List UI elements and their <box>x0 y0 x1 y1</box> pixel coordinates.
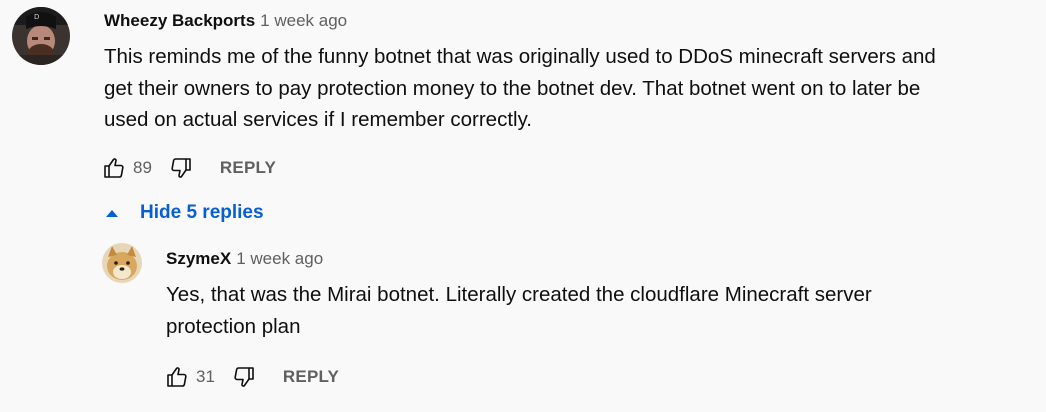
comment-text-line: get their owners to pay protection money… <box>104 76 921 100</box>
comment-text: This reminds me of the funny botnet that… <box>104 41 1034 136</box>
author-name[interactable]: SzymeX <box>166 249 231 268</box>
reply-button[interactable]: REPLY <box>220 158 276 178</box>
comment-text-line: This reminds me of the funny botnet that… <box>104 45 936 68</box>
comment-text: Yes, that was the Mirai botnet. Literall… <box>166 279 1026 342</box>
comment-text-line: protection plan <box>166 314 301 338</box>
comment-text-line: used on actual services if I remember co… <box>104 108 532 131</box>
reply-button[interactable]: REPLY <box>283 367 339 387</box>
like-count: 31 <box>196 367 215 386</box>
avatar[interactable]: D <box>12 7 70 65</box>
timestamp[interactable]: 1 week ago <box>260 11 347 30</box>
caret-up-icon <box>106 209 118 217</box>
comment-header: Wheezy Backports 1 week ago <box>104 11 347 31</box>
timestamp[interactable]: 1 week ago <box>236 249 323 268</box>
svg-text:D: D <box>34 13 39 21</box>
comment-actions: 89 REPLY <box>99 153 276 183</box>
thumb-down-icon[interactable] <box>229 362 259 392</box>
comment-thread: D Wheezy Backports 1 week ago This remind… <box>0 0 1046 412</box>
hide-replies-label: Hide 5 replies <box>140 202 264 223</box>
comment-header: SzymeX 1 week ago <box>166 249 323 269</box>
reply-comment: SzymeX 1 week ago Yes, that was the Mirai… <box>0 236 1046 406</box>
hide-replies-button[interactable]: Hide 5 replies <box>106 199 264 227</box>
comment-actions: 31 REPLY <box>162 362 339 392</box>
like-count: 89 <box>133 158 152 177</box>
thumb-up-icon[interactable] <box>162 362 192 392</box>
comment: D Wheezy Backports 1 week ago This remind… <box>0 0 1046 200</box>
thumb-down-icon[interactable] <box>166 153 196 183</box>
comment-text-line: Yes, that was the Mirai botnet. Literall… <box>166 283 872 306</box>
thumb-up-icon[interactable] <box>99 153 129 183</box>
avatar[interactable] <box>102 243 142 283</box>
author-name[interactable]: Wheezy Backports <box>104 11 255 30</box>
